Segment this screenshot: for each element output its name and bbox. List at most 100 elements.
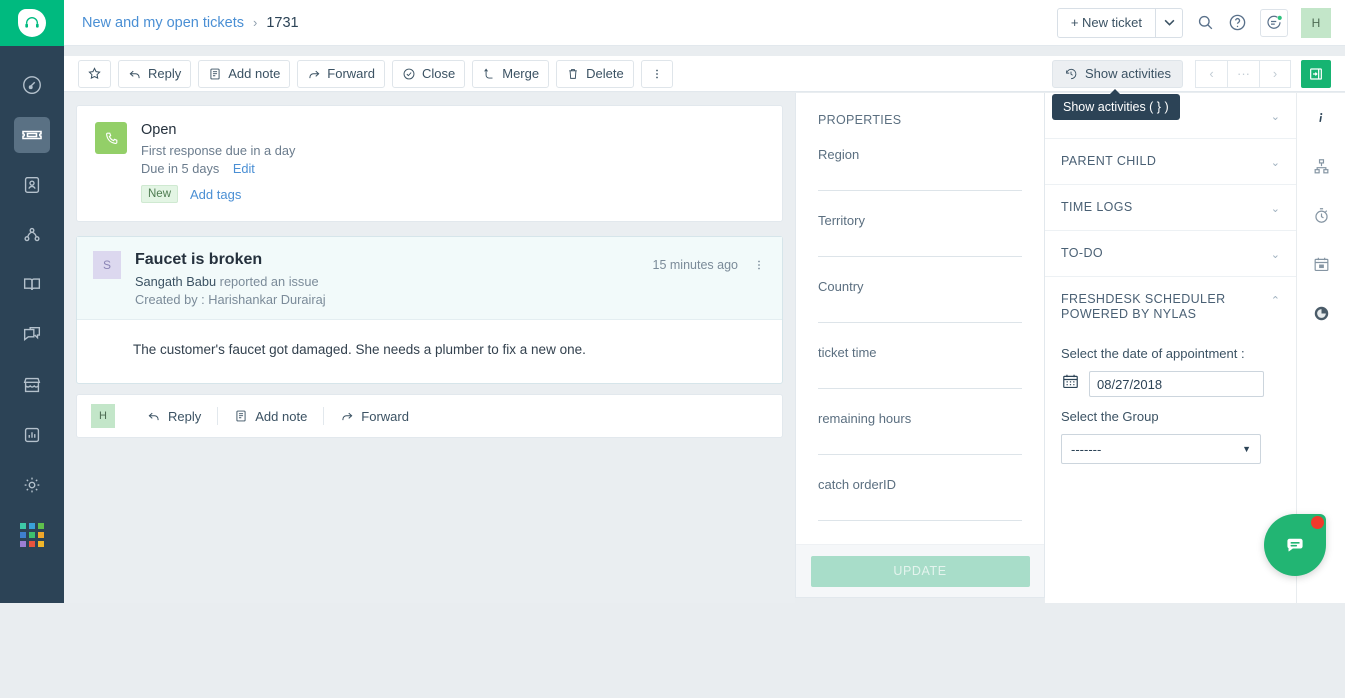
accordion-parent-child[interactable]: PARENT CHILD ⌄ bbox=[1045, 139, 1296, 185]
right-widgets-panel: CONTACT DETAILS ⌄ PARENT CHILD ⌄ TIME LO… bbox=[1045, 93, 1297, 603]
close-button[interactable]: Close bbox=[391, 59, 466, 88]
created-by: Created by : Harishankar Durairaj bbox=[135, 292, 326, 307]
help-circle-icon[interactable] bbox=[1228, 13, 1247, 32]
rail-item-parent-child[interactable] bbox=[1297, 142, 1345, 191]
edit-due-link[interactable]: Edit bbox=[233, 161, 255, 176]
property-field-ticket-time[interactable]: ticket time bbox=[818, 345, 1022, 389]
delete-button[interactable]: Delete bbox=[556, 59, 634, 88]
sidebar-item-marketplace[interactable] bbox=[0, 360, 64, 410]
book-icon bbox=[14, 267, 50, 303]
forward-button[interactable]: Forward bbox=[297, 59, 385, 88]
breadcrumb-parent-link[interactable]: New and my open tickets bbox=[82, 15, 244, 31]
scheduler-body: Select the date of appointment : Select … bbox=[1045, 328, 1296, 480]
show-activities-button[interactable]: Show activities bbox=[1052, 59, 1183, 88]
pager-ellipsis[interactable]: ··· bbox=[1227, 59, 1259, 88]
show-activities-label: Show activities bbox=[1085, 66, 1171, 81]
field-underline bbox=[818, 520, 1022, 521]
field-underline bbox=[818, 322, 1022, 323]
chat-bubble-icon bbox=[1287, 538, 1303, 552]
sidebar-item-social[interactable] bbox=[0, 210, 64, 260]
reply-button[interactable]: Reply bbox=[118, 59, 192, 88]
merge-button[interactable]: Merge bbox=[472, 59, 550, 88]
star-button[interactable] bbox=[78, 59, 111, 88]
collapse-panel-button[interactable] bbox=[1301, 59, 1331, 88]
requester-avatar[interactable]: S bbox=[93, 251, 121, 279]
conversation-card: S Faucet is broken Sangath Babu reported… bbox=[76, 236, 783, 384]
property-field-remaining-hours[interactable]: remaining hours bbox=[818, 411, 1022, 455]
accordion-to-do[interactable]: TO-DO ⌄ bbox=[1045, 231, 1296, 277]
sidebar-item-tickets[interactable] bbox=[0, 110, 64, 160]
group-select[interactable]: ------- ▼ bbox=[1061, 434, 1261, 464]
requester-name[interactable]: Sangath Babu bbox=[135, 274, 216, 289]
property-field-country[interactable]: Country bbox=[818, 279, 1022, 323]
sidebar-item-admin[interactable] bbox=[0, 460, 64, 510]
chevron-down-icon: ▼ bbox=[1242, 444, 1251, 454]
sidebar-item-solutions[interactable] bbox=[0, 260, 64, 310]
chat-widget-button[interactable] bbox=[1264, 514, 1326, 576]
note-icon bbox=[210, 68, 220, 79]
rail-item-time-logs[interactable] bbox=[1297, 191, 1345, 240]
gear-icon bbox=[14, 467, 50, 503]
more-actions-button[interactable] bbox=[640, 59, 673, 88]
sidebar-item-forums[interactable] bbox=[0, 310, 64, 360]
rail-item-to-do[interactable] bbox=[1297, 240, 1345, 289]
property-field-catch-orderid[interactable]: catch orderID bbox=[818, 477, 1022, 521]
field-underline bbox=[818, 454, 1022, 455]
feedback-bubble-icon[interactable] bbox=[1260, 8, 1288, 37]
chevron-down-icon bbox=[1164, 19, 1174, 26]
new-ticket-button[interactable]: + New ticket bbox=[1056, 7, 1156, 38]
tag-chip[interactable]: New bbox=[141, 185, 179, 203]
add-note-button[interactable]: Add note bbox=[198, 59, 291, 88]
conversation-menu-button[interactable] bbox=[752, 258, 766, 277]
search-icon[interactable] bbox=[1196, 13, 1215, 32]
sidebar-item-apps[interactable] bbox=[0, 510, 64, 560]
rail-item-scheduler[interactable] bbox=[1297, 289, 1345, 338]
delete-button-label: Delete bbox=[586, 66, 624, 81]
contact-card-icon bbox=[14, 167, 50, 203]
sidebar-item-analytics[interactable] bbox=[0, 410, 64, 460]
calendar-icon[interactable] bbox=[1061, 372, 1080, 396]
group-label: Select the Group bbox=[1061, 409, 1159, 424]
add-note-button-label: Add note bbox=[228, 66, 281, 81]
appointment-date-input[interactable] bbox=[1089, 371, 1264, 397]
tags-row: New Add tags bbox=[141, 185, 295, 203]
add-tags-link[interactable]: Add tags bbox=[190, 187, 241, 202]
conversation-meta: 15 minutes ago bbox=[653, 251, 766, 307]
check-circle-icon bbox=[403, 68, 415, 79]
toolbar-right-group: Show activities ‹ ··· › Show activities … bbox=[1052, 59, 1331, 120]
reply-bar-reply-button[interactable]: Reply bbox=[131, 409, 217, 424]
chevron-up-icon: ⌃ bbox=[1270, 295, 1280, 307]
forward-button-label: Forward bbox=[327, 66, 375, 81]
merge-button-label: Merge bbox=[502, 66, 540, 81]
app-logo[interactable] bbox=[0, 0, 64, 46]
user-avatar[interactable]: H bbox=[1301, 7, 1331, 38]
property-label: Region bbox=[818, 147, 860, 162]
accordion-time-logs[interactable]: TIME LOGS ⌄ bbox=[1045, 185, 1296, 231]
property-field-region[interactable]: Region bbox=[818, 147, 1022, 191]
update-button[interactable]: UPDATE bbox=[810, 555, 1030, 587]
property-field-territory[interactable]: Territory bbox=[818, 213, 1022, 257]
requester-action: reported an issue bbox=[216, 274, 319, 289]
reply-bar-add-note-button[interactable]: Add note bbox=[218, 409, 323, 424]
note-icon bbox=[236, 410, 246, 422]
reply-bar-forward-button[interactable]: Forward bbox=[324, 409, 425, 424]
chevron-down-icon: ⌄ bbox=[1270, 157, 1280, 169]
field-underline bbox=[818, 256, 1022, 257]
new-ticket-dropdown-button[interactable] bbox=[1156, 7, 1183, 38]
sidebar-item-dashboard[interactable] bbox=[0, 60, 64, 110]
accordion-scheduler[interactable]: FRESHDESK SCHEDULER POWERED BY NYLAS ⌃ bbox=[1045, 277, 1296, 328]
calendar-icon bbox=[1314, 257, 1328, 272]
pager-next-button[interactable]: › bbox=[1259, 59, 1291, 88]
property-label: remaining hours bbox=[818, 411, 912, 426]
reply-arrow-icon bbox=[129, 70, 140, 78]
collapse-panel-icon bbox=[1310, 67, 1322, 80]
sidebar-nav bbox=[0, 46, 64, 560]
property-label: Territory bbox=[818, 213, 865, 228]
forward-arrow-icon bbox=[309, 70, 320, 78]
rail-item-ticket-info[interactable] bbox=[1297, 93, 1345, 142]
sidebar-item-contacts[interactable] bbox=[0, 160, 64, 210]
show-activities-tooltip: Show activities ( } ) bbox=[1052, 88, 1180, 120]
conversation-requester-line: Sangath Babu reported an issue bbox=[135, 274, 326, 289]
pager-prev-button[interactable]: ‹ bbox=[1195, 59, 1227, 88]
reply-bar-forward-label: Forward bbox=[361, 408, 409, 424]
